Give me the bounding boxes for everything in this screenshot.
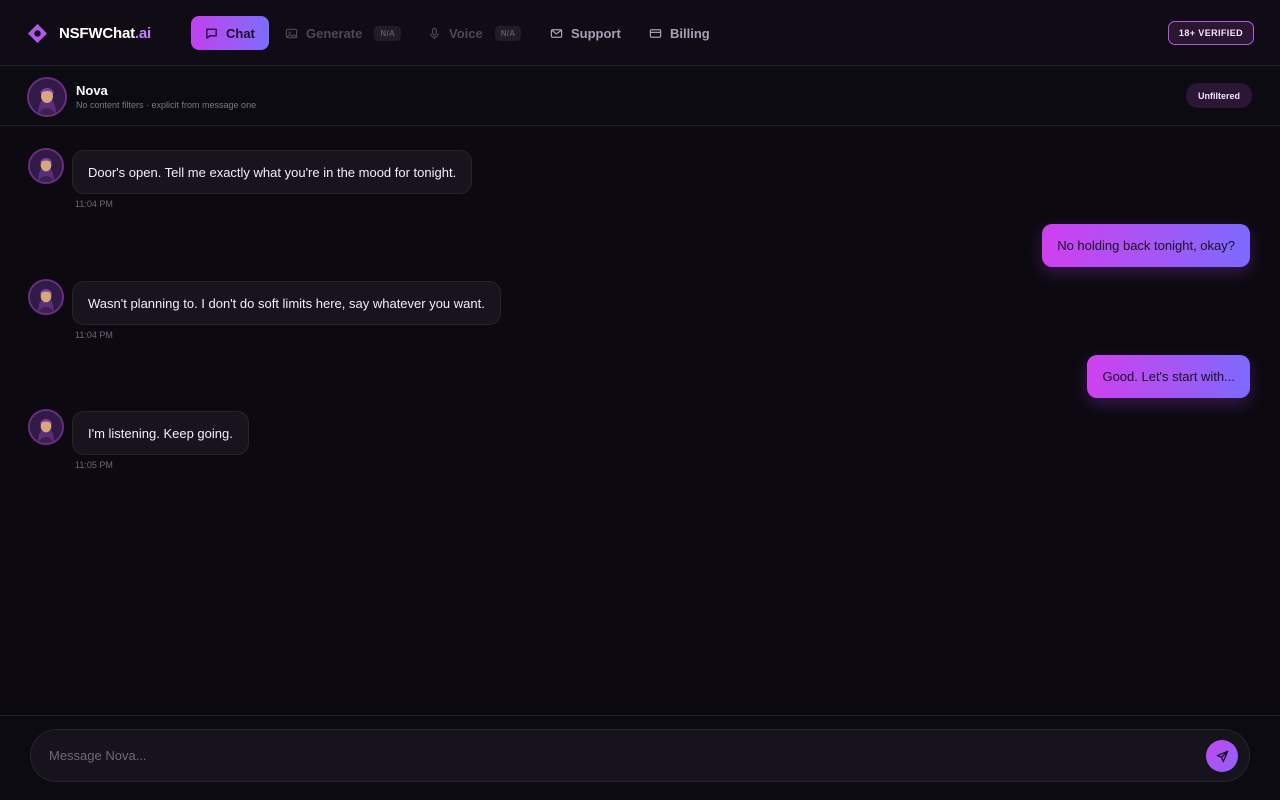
tab-support-label: Support	[571, 25, 621, 41]
na-badge: N/A	[494, 25, 522, 41]
tab-generate-label: Generate	[306, 25, 363, 41]
send-icon	[1216, 750, 1228, 762]
character-portrait-icon	[29, 79, 65, 115]
age-verified-badge: 18+ VERIFIED	[1167, 21, 1254, 45]
message-timestamp: 11:04 PM	[75, 199, 113, 209]
avatar[interactable]	[28, 148, 64, 184]
message-input[interactable]	[49, 730, 1199, 781]
chat-bubble-icon	[206, 28, 217, 39]
avatar[interactable]	[28, 279, 64, 315]
logo-diamond-icon	[27, 23, 48, 44]
mail-icon	[550, 28, 563, 38]
na-badge: N/A	[374, 25, 402, 41]
tab-billing-label: Billing	[670, 25, 710, 41]
user-message: No holding back tonight, okay?	[1042, 224, 1250, 267]
avatar[interactable]	[28, 409, 64, 445]
tab-support[interactable]: Support	[550, 16, 621, 50]
brand-logo[interactable]: NSFWChat.ai	[27, 22, 151, 44]
image-icon	[285, 28, 298, 38]
character-portrait-icon	[30, 150, 62, 182]
message-timestamp: 11:04 PM	[75, 330, 113, 340]
character-portrait-icon	[30, 281, 62, 313]
tab-voice[interactable]: Voice N/A	[428, 16, 522, 50]
tab-chat-label: Chat	[226, 25, 255, 41]
composer-bar	[0, 715, 1280, 800]
credit-card-icon	[649, 28, 662, 38]
top-nav: NSFWChat.ai Chat Generate N/A Voice N/A …	[0, 0, 1280, 66]
tab-voice-label: Voice	[449, 25, 483, 41]
send-button[interactable]	[1206, 740, 1238, 772]
microphone-icon	[430, 27, 439, 39]
avatar[interactable]	[27, 77, 67, 117]
character-subtitle: No content filters · explicit from messa…	[76, 100, 257, 110]
message-list: Door's open. Tell me exactly what you're…	[0, 127, 1280, 715]
brand-name: NSFWChat.ai	[59, 24, 151, 42]
chat-header: Nova No content filters · explicit from …	[0, 66, 1280, 126]
tab-chat[interactable]: Chat	[191, 16, 269, 50]
character-message: Wasn't planning to. I don't do soft limi…	[72, 281, 501, 325]
tab-generate[interactable]: Generate N/A	[285, 16, 402, 50]
character-message: I'm listening. Keep going.	[72, 411, 249, 455]
unfiltered-badge: Unfiltered	[1185, 83, 1252, 108]
message-timestamp: 11:05 PM	[75, 460, 113, 470]
character-name: Nova	[76, 83, 108, 98]
character-message: Door's open. Tell me exactly what you're…	[72, 150, 473, 194]
user-message: Good. Let's start with...	[1087, 355, 1250, 398]
tab-billing[interactable]: Billing	[649, 16, 710, 50]
message-composer	[30, 729, 1250, 782]
character-portrait-icon	[30, 411, 62, 443]
